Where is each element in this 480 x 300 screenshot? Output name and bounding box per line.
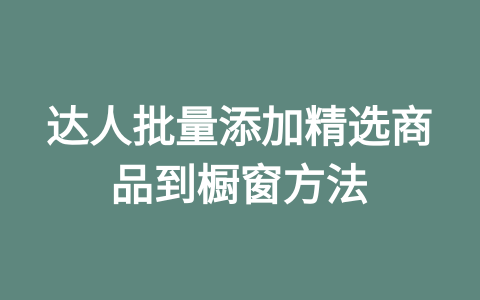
title-line-1: 达人批量添加精选商 [46,103,434,153]
cover-title: 达人批量添加精选商 品到橱窗方法 [0,96,480,218]
cover-image: 达人批量添加精选商 品到橱窗方法 [0,0,480,300]
title-line-2: 品到橱窗方法 [111,161,369,211]
